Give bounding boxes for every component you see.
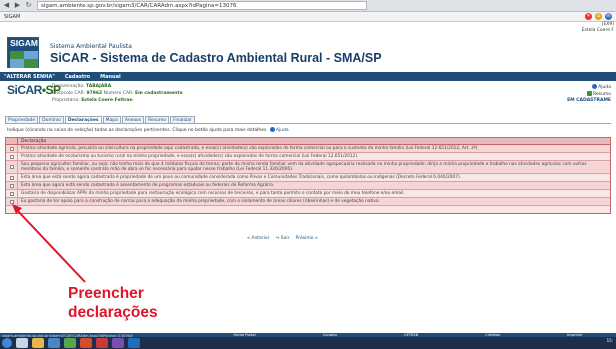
os-taskbar: 15: [0,337,616,349]
taskbar-app-icon[interactable] [16,338,28,348]
annotation-label: Preencher declarações [68,284,158,322]
taskbar-app-icon[interactable] [64,338,76,348]
taskbar-app-icon[interactable] [32,338,44,348]
taskbar-clock: 15: [606,338,613,343]
taskbar-app-icon[interactable] [80,338,92,348]
start-icon[interactable] [2,338,12,348]
taskbar-app-icon[interactable] [128,338,140,348]
taskbar-app-icon[interactable] [48,338,60,348]
taskbar-app-icon[interactable] [96,338,108,348]
annotation-line-1: Preencher [68,285,144,302]
annotation-line-2: declarações [68,304,158,321]
taskbar-app-icon[interactable] [112,338,124,348]
